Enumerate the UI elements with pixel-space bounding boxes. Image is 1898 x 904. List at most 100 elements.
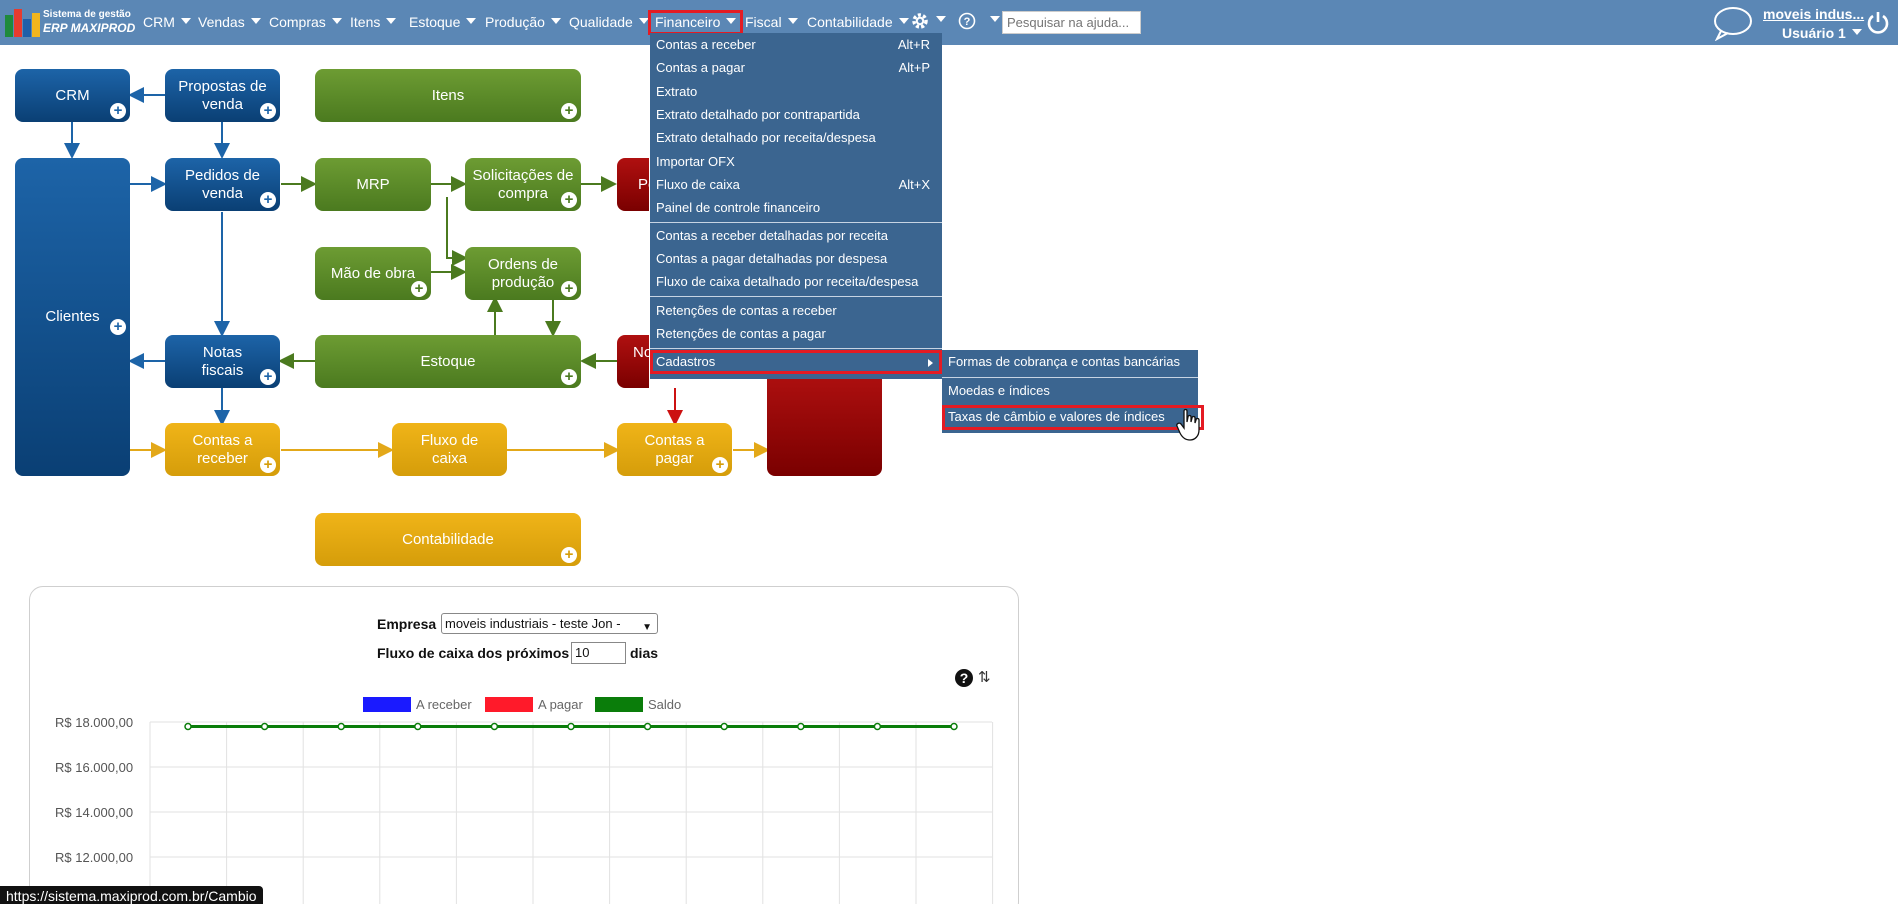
submenu-taxas-cambio[interactable]: Taxas de câmbio e valores de índices xyxy=(942,405,1204,430)
chevron-down-icon: ▼ xyxy=(642,622,652,633)
submenu-formas-cobranca[interactable]: Formas de cobrança e contas bancárias xyxy=(942,350,1198,373)
box-crm-label: CRM xyxy=(55,86,90,104)
dias-input[interactable]: 10 xyxy=(571,642,626,664)
help-menu[interactable]: ? xyxy=(958,11,1000,30)
submenu-formas-cobranca-label: Formas de cobrança e contas bancárias xyxy=(948,354,1180,369)
menu-pagar-por-despesa[interactable]: Contas a pagar detalhadas por despesa xyxy=(650,247,942,270)
status-bar-url: https://sistema.maxiprod.com.br/Cambio xyxy=(0,886,263,904)
empresa-select[interactable]: moveis industriais - teste Jon - ▼ xyxy=(441,613,658,634)
add-propostas-icon[interactable]: + xyxy=(260,103,276,119)
add-ordens-icon[interactable]: + xyxy=(561,281,577,297)
box-clientes[interactable]: Clientes + xyxy=(15,158,130,476)
hand-cursor-icon xyxy=(1176,408,1200,441)
menu-retencoes-receber-label: Retenções de contas a receber xyxy=(656,303,837,318)
menu-extrato[interactable]: Extrato xyxy=(650,80,942,103)
box-contas-pagar[interactable]: Contas a pagar + xyxy=(617,423,732,476)
add-clientes-icon[interactable]: + xyxy=(110,319,126,335)
menu-extrato-receita-despesa-label: Extrato detalhado por receita/despesa xyxy=(656,130,876,145)
chat-bubble-icon[interactable] xyxy=(1712,5,1754,41)
menu-importar-ofx-label: Importar OFX xyxy=(656,154,735,169)
company-link[interactable]: moveis indus... xyxy=(1763,6,1864,22)
box-notas-label: Notas fiscais xyxy=(201,343,244,379)
box-contas-receber-label: Contas a receber xyxy=(192,431,253,467)
box-propostas[interactable]: Propostas de venda + xyxy=(165,69,280,122)
add-itens-icon[interactable]: + xyxy=(561,103,577,119)
box-notas[interactable]: Notas fiscais + xyxy=(165,335,280,388)
menu-cadastros-label: Cadastros xyxy=(656,354,716,369)
menu-receber-por-receita[interactable]: Contas a receber detalhadas por receita xyxy=(650,224,942,247)
menu-contas-receber[interactable]: Contas a receber Alt+R xyxy=(650,33,942,56)
menu-fluxo-receita-despesa[interactable]: Fluxo de caixa detalhado por receita/des… xyxy=(650,270,942,293)
box-crm[interactable]: CRM + xyxy=(15,69,130,122)
question-icon[interactable]: ? xyxy=(955,669,973,687)
box-pedidos[interactable]: Pedidos de venda + xyxy=(165,158,280,211)
chevron-down-icon xyxy=(898,18,909,24)
menu-divider xyxy=(650,348,942,349)
menu-extrato-label: Extrato xyxy=(656,84,698,99)
add-crm-icon[interactable]: + xyxy=(110,103,126,119)
box-estoque[interactable]: Estoque + xyxy=(315,335,581,388)
box-mrp[interactable]: MRP xyxy=(315,158,431,211)
menu-fluxo-caixa-label: Fluxo de caixa xyxy=(656,177,740,192)
box-mao-obra[interactable]: Mão de obra + xyxy=(315,247,431,300)
refresh-icon[interactable]: ⇅ xyxy=(978,668,991,686)
menu-contas-pagar-label: Contas a pagar xyxy=(656,60,745,75)
box-estoque-label: Estoque xyxy=(420,352,476,370)
shortcut-label: Alt+R xyxy=(897,37,930,52)
page: Sistema de gestão ERP MAXIPROD CRM Venda… xyxy=(0,0,1898,904)
box-ordens[interactable]: Ordens de produção + xyxy=(465,247,581,300)
menu-extrato-receita-despesa[interactable]: Extrato detalhado por receita/despesa xyxy=(650,126,942,149)
legend-a-pagar: A pagar xyxy=(538,697,583,712)
menu-receber-por-receita-label: Contas a receber detalhadas por receita xyxy=(656,228,888,243)
shortcut-label: Alt+P xyxy=(898,60,930,75)
menu-retencoes-receber[interactable]: Retenções de contas a receber xyxy=(650,299,942,322)
add-contas-pagar-icon[interactable]: + xyxy=(712,457,728,473)
menu-painel-financeiro[interactable]: Painel de controle financeiro xyxy=(650,196,942,219)
cadastros-submenu: Formas de cobrança e contas bancárias Mo… xyxy=(942,350,1204,433)
box-mao-obra-label: Mão de obra xyxy=(330,264,416,282)
box-pedidos-label: Pedidos de venda xyxy=(184,166,261,202)
box-contabilidade[interactable]: Contabilidade + xyxy=(315,513,581,566)
box-pedidos-compra[interactable]: Pe xyxy=(617,158,656,211)
user-menu[interactable]: Usuário 1 xyxy=(1782,25,1862,41)
menu-painel-financeiro-label: Painel de controle financeiro xyxy=(656,200,821,215)
add-estoque-icon[interactable]: + xyxy=(561,369,577,385)
box-contas-receber[interactable]: Contas a receber + xyxy=(165,423,280,476)
fluxo-label: Fluxo de caixa dos próximos xyxy=(377,645,570,661)
add-notas-icon[interactable]: + xyxy=(260,369,276,385)
box-propostas-label: Propostas de venda xyxy=(178,77,267,113)
legend-saldo: Saldo xyxy=(648,697,682,712)
y-tick-label: R$ 12.000,00 xyxy=(55,850,134,865)
menu-contas-pagar[interactable]: Contas a pagar Alt+P xyxy=(650,56,942,79)
box-notas-entrada[interactable]: No xyxy=(617,335,652,388)
box-itens[interactable]: Itens + xyxy=(315,69,581,122)
box-fluxo[interactable]: Fluxo de caixa xyxy=(392,423,507,476)
menu-importar-ofx[interactable]: Importar OFX xyxy=(650,150,942,173)
help-search-input[interactable] xyxy=(1002,11,1141,34)
box-solicitacoes[interactable]: Solicitações de compra + xyxy=(465,158,581,211)
box-solicitacoes-label: Solicitações de compra xyxy=(472,166,574,202)
add-solicitacoes-icon[interactable]: + xyxy=(561,192,577,208)
menu-extrato-contrapartida[interactable]: Extrato detalhado por contrapartida xyxy=(650,103,942,126)
menu-retencoes-pagar[interactable]: Retenções de contas a pagar xyxy=(650,322,942,345)
box-red-column[interactable] xyxy=(767,370,882,476)
settings-menu[interactable] xyxy=(910,11,946,30)
menu-divider xyxy=(650,222,942,223)
box-contas-pagar-label: Contas a pagar xyxy=(644,431,705,467)
chevron-down-icon xyxy=(990,16,1000,22)
financeiro-dropdown: Contas a receber Alt+R Contas a pagar Alt+… xyxy=(650,33,942,379)
help-circle-icon: ? xyxy=(958,12,976,30)
y-tick-label: R$ 16.000,00 xyxy=(55,760,134,775)
menu-cadastros[interactable]: Cadastros xyxy=(650,350,942,374)
add-pedidos-icon[interactable]: + xyxy=(260,192,276,208)
power-icon[interactable] xyxy=(1866,10,1890,34)
box-clientes-label: Clientes xyxy=(45,308,100,325)
add-contas-receber-icon[interactable]: + xyxy=(260,457,276,473)
add-contabilidade-icon[interactable]: + xyxy=(561,547,577,563)
chevron-right-icon xyxy=(928,359,933,367)
menu-extrato-contrapartida-label: Extrato detalhado por contrapartida xyxy=(656,107,860,122)
gear-icon xyxy=(912,13,928,30)
add-mao-obra-icon[interactable]: + xyxy=(411,281,427,297)
menu-fluxo-caixa[interactable]: Fluxo de caixa Alt+X xyxy=(650,173,942,196)
submenu-moedas-indices[interactable]: Moedas e índices xyxy=(942,379,1198,402)
